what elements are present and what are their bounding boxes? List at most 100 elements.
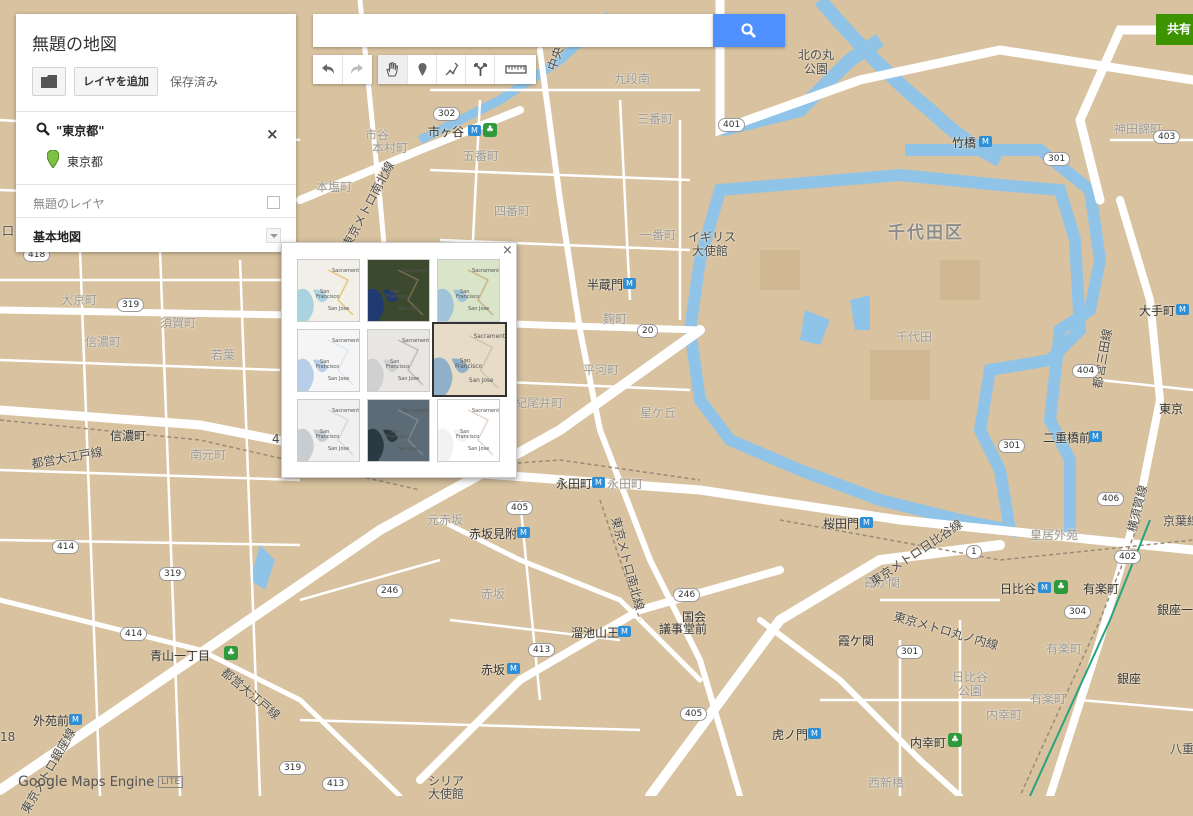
undo-redo-group [313,55,372,84]
basemap-thumb-light-landmass[interactable]: SacramentoSanFranciscoSan Jose [297,399,360,462]
search-input[interactable] [313,14,713,47]
label-ginza1: 銀座一丁目 [1157,603,1193,617]
label-sanbancho: 三番町 [637,112,674,126]
marker-icon [418,63,427,76]
basemap-thumb-terrain[interactable]: SacramentoSanFranciscoSan Jose [437,259,500,322]
svg-text:Sacramento: Sacramento [472,268,499,274]
result-place[interactable]: 東京都 [67,153,103,170]
svg-text:Francisco: Francisco [316,434,339,440]
directions-tool[interactable] [465,55,495,84]
route-badge: 246 [376,584,404,598]
park-icon: ♣ [224,646,238,660]
svg-text:San Jose: San Jose [468,306,489,312]
basemap-thumb-dark-landmass[interactable]: SacramentoSanFranciscoSan Jose [367,399,430,462]
label-kioi: 紀尾井町 [515,396,564,410]
svg-text:Sacramento: Sacramento [332,338,359,344]
marker-pin-icon [47,150,59,168]
svg-text:Sacramento: Sacramento [332,268,359,274]
label-honmura: 本村町 [372,141,409,155]
svg-text:Francisco: Francisco [455,364,483,370]
label-edge: 18 [0,730,16,744]
label-hanzomon: 半蔵門 [587,278,624,292]
svg-text:Sacramento: Sacramento [472,408,499,414]
route-badge: 319 [159,567,187,581]
share-button[interactable]: 共有 [1156,14,1193,45]
select-tool[interactable] [378,55,407,84]
park-icon: ♣ [1054,580,1068,594]
svg-text:Sacramento: Sacramento [402,268,429,274]
label-koen2: 公園 [958,684,983,698]
label-akasaka2: 赤坂 [481,587,506,601]
label-hibiya: 日比谷 [1000,582,1037,596]
redo-button[interactable] [342,55,372,84]
undo-button[interactable] [313,55,342,84]
basemap-thumb-light-political[interactable]: SacramentoSanFranciscoSan Jose [297,329,360,392]
measure-tool[interactable] [494,55,537,84]
basemap-thumb-mono-city[interactable]: SacramentoSanFranciscoSan Jose [367,329,430,392]
label-line-keiyo: 京葉線 [1163,514,1193,528]
label-nagatacho: 永田町 [556,477,593,491]
label-kojimachi: 麹町 [603,312,628,326]
metro-icon: M [623,278,636,289]
label-yurakucho: 有楽町 [1083,582,1120,596]
label-uchisaiwai2: 内幸町 [910,736,947,750]
label-ginza: 銀座 [1117,672,1142,686]
basemap-thumb-satellite[interactable]: SacramentoSanFranciscoSan Jose [367,259,430,322]
metro-icon: M [808,728,821,739]
label-koen: 公園 [804,62,829,76]
svg-text:San Jose: San Jose [398,376,419,382]
svg-text:San Jose: San Jose [398,306,419,312]
label-taishikan2: 大使館 [428,787,465,801]
svg-text:Francisco: Francisco [316,364,339,370]
basemap-thumb-map[interactable]: SacramentoSanFranciscoSan Jose [297,259,360,322]
label-minamimoto: 南元町 [190,448,227,462]
label-gijido: 議事堂前 [659,622,708,636]
close-icon[interactable]: × [266,125,279,143]
route-badge: 413 [322,777,350,791]
svg-text:Francisco: Francisco [386,294,409,300]
label-nijubashi: 二重橋前 [1043,431,1092,445]
footer-brand: Google Maps Engine LITE [18,774,184,790]
label-tameike: 溜池山王 [571,626,620,640]
svg-text:Francisco: Francisco [316,294,339,300]
route-badge: 406 [1097,492,1125,506]
directions-icon [474,63,487,76]
metro-icon: M [1176,304,1189,315]
map-title[interactable]: 無題の地図 [32,30,117,55]
label-nishishinbashi: 西新橋 [868,776,905,790]
label-hirakawa: 平河町 [583,363,620,377]
draw-line-icon [445,62,459,76]
label-tokyo: 東京 [1159,402,1184,416]
search-button[interactable] [713,14,785,47]
search-result-title[interactable]: "東京都" [56,122,105,139]
layer-name[interactable]: 無題のレイヤ [33,195,105,212]
label-gobancho: 五番町 [463,149,500,163]
add-layer-button[interactable]: レイヤを追加 [74,67,158,96]
close-icon[interactable]: × [502,243,513,258]
layer-visibility-checkbox[interactable] [267,196,280,209]
route-badge: 319 [279,761,307,775]
label-edge: 4 [272,432,280,446]
label-uchisaiwai: 内幸町 [986,708,1023,722]
draw-line-tool[interactable] [436,55,466,84]
add-marker-tool[interactable] [407,55,437,84]
metro-icon: M [517,527,530,538]
base-map-label[interactable]: 基本地図 [33,228,81,245]
search-icon [741,23,756,38]
folder-icon [41,75,57,88]
undo-icon [322,64,334,74]
route-badge: 302 [433,107,461,121]
label-ichigaya: 市ヶ谷 [428,125,465,139]
base-map-dropdown[interactable] [266,228,281,243]
route-badge: 401 [718,118,746,132]
label-toranomon: 虎ノ門 [772,728,809,742]
search-icon [36,122,50,136]
svg-text:San Jose: San Jose [328,306,349,312]
open-map-button[interactable] [32,67,66,96]
hand-icon [386,62,399,77]
divider [16,184,296,185]
label-otemachi: 大手町 [1139,304,1176,318]
svg-text:Francisco: Francisco [386,364,409,370]
basemap-thumb-whitewater[interactable]: SacramentoSanFranciscoSan Jose [437,399,500,462]
basemap-thumb-simple-atlas[interactable]: SacramentoSanFranciscoSan Jose [432,322,507,397]
